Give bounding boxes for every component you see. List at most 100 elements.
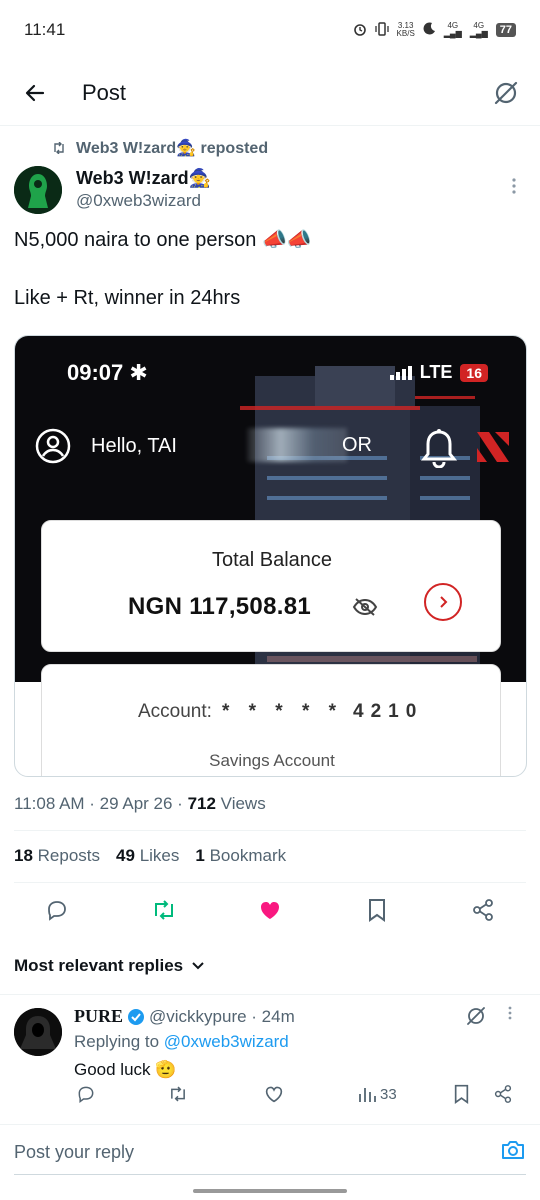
bookmarks-stat[interactable]: 1 Bookmark — [195, 846, 286, 866]
heart-filled-icon — [261, 902, 279, 919]
reply-icon — [78, 1086, 94, 1103]
media-balance-card: Total Balance NGN 117,508.81 — [41, 520, 501, 652]
reply-grok-button[interactable] — [466, 1006, 486, 1031]
media-phone-time-value: 09:07 — [67, 360, 124, 385]
post-text: N5,000 naira to one person 📣📣 Like + Rt,… — [14, 229, 312, 309]
heart-icon — [265, 1086, 283, 1103]
author-avatar[interactable] — [14, 166, 62, 214]
post-stats: 18 Reposts 49 Likes 1 Bookmark — [14, 846, 286, 866]
repost-label: Web3 W!zard🧙 reposted — [76, 140, 269, 157]
likes-count: 49 — [116, 846, 135, 865]
back-arrow-icon — [25, 84, 45, 101]
signal-2: 4G ▂▄▆ — [469, 21, 488, 38]
signal-2-label: 4G — [473, 21, 485, 30]
share-icon — [473, 899, 493, 921]
like-button[interactable] — [255, 895, 285, 925]
net-speed-unit: KB/S — [396, 29, 415, 38]
author-name[interactable]: Web3 W!zard🧙 — [76, 166, 211, 190]
media-battery: 16 — [460, 363, 488, 382]
bookmarks-count: 1 — [195, 846, 205, 865]
bookmark-button[interactable] — [362, 895, 392, 925]
media-network: LTE — [419, 362, 453, 382]
post-author: Web3 W!zard🧙 @0xweb3wizard — [14, 166, 526, 218]
reply-repost-button[interactable] — [168, 1085, 188, 1103]
media-chevron-right-icon — [424, 583, 462, 621]
reply-views-count: 33 — [380, 1085, 397, 1103]
media-balance-label: Total Balance — [211, 549, 333, 571]
media-account-type: Savings Account — [209, 751, 335, 770]
media-greeting-suffix: OR — [342, 434, 372, 456]
replying-handle-link[interactable]: @0xweb3wizard — [164, 1032, 289, 1051]
reply-item[interactable]: PURE @vickkypure · 24m Replying to @0xwe… — [14, 1004, 526, 1122]
reply-button[interactable] — [42, 895, 72, 925]
media-account-digits: 4210 — [353, 701, 424, 722]
media-redaction-blur — [247, 428, 347, 462]
media-account-line: Account: * * * * * 4210 — [138, 701, 423, 723]
reply-reply-button[interactable] — [76, 1084, 96, 1104]
camera-button[interactable] — [500, 1139, 526, 1166]
alarm-icon — [353, 22, 367, 39]
repost-icon — [54, 142, 64, 154]
share-button[interactable] — [468, 895, 498, 925]
post-timestamp: 11:08 AM · 29 Apr 26 · 712 Views — [14, 794, 266, 814]
reply-compose-bar — [0, 1124, 540, 1180]
media-balance-value: NGN 117,508.81 — [128, 593, 311, 620]
media-account-card: Account: * * * * * 4210 Savings Account — [41, 664, 501, 776]
grok-icon — [467, 1007, 485, 1025]
reposts-count: 18 — [14, 846, 33, 865]
home-indicator[interactable] — [193, 1189, 347, 1193]
media-account-label: Account: — [138, 701, 212, 722]
signal-1-label: 4G — [447, 21, 459, 30]
reply-text: Good luck 🫡 — [74, 1060, 177, 1079]
more-vertical-icon — [512, 178, 516, 194]
replies-sort-dropdown[interactable]: Most relevant replies — [14, 956, 205, 976]
reply-input[interactable] — [14, 1142, 454, 1163]
reply-bookmark-button[interactable] — [454, 1084, 469, 1104]
divider — [14, 830, 526, 831]
verified-badge-icon — [128, 1008, 144, 1025]
media-phone-time: 09:07 ✱ — [67, 360, 148, 385]
media-bell-icon — [420, 428, 458, 473]
post-media-image[interactable]: 09:07 ✱ LTE 16 Hello, TAI OR Total Balan… — [14, 335, 527, 777]
reply-avatar[interactable] — [14, 1008, 62, 1056]
author-handle[interactable]: @0xweb3wizard — [76, 190, 211, 212]
reply-like-button[interactable] — [264, 1085, 284, 1103]
post-action-bar — [14, 892, 526, 928]
post-more-button[interactable] — [502, 166, 526, 206]
signal-1: 4G ▂▄▆ — [443, 21, 462, 38]
top-app-bar: Post — [0, 60, 540, 126]
grok-button[interactable] — [486, 73, 526, 113]
replies-sort-label: Most relevant replies — [14, 956, 184, 975]
grok-icon — [494, 81, 518, 104]
more-vertical-icon — [508, 1006, 512, 1020]
back-button[interactable] — [10, 68, 60, 118]
repost-icon — [154, 900, 173, 920]
battery-indicator: 77 — [495, 23, 516, 37]
views-bar-chart-icon — [359, 1088, 376, 1102]
media-greeting-text: Hello, TAI — [91, 434, 177, 457]
moon-icon — [423, 22, 436, 38]
reply-header: PURE @vickkypure · 24m — [74, 1006, 295, 1027]
replying-to: Replying to @0xweb3wizard — [74, 1032, 289, 1052]
repost-button[interactable] — [149, 895, 179, 925]
status-icons: 3.13 KB/S 4G ▂▄▆ 4G ▂▄▆ 77 — [353, 22, 516, 39]
reposts-stat[interactable]: 18 Reposts — [14, 846, 100, 866]
likes-stat[interactable]: 49 Likes — [116, 846, 179, 866]
divider — [14, 882, 526, 883]
reply-icon — [48, 901, 66, 921]
bookmarks-label: Bookmark — [209, 846, 287, 865]
reply-share-button[interactable] — [494, 1085, 512, 1103]
net-speed: 3.13 KB/S — [397, 22, 415, 38]
reply-handle-time[interactable]: @vickkypure · 24m — [149, 1007, 295, 1027]
chevron-down-icon — [192, 962, 204, 970]
repost-indicator[interactable]: Web3 W!zard🧙 reposted — [52, 138, 268, 158]
reply-more-button[interactable] — [508, 1006, 512, 1025]
camera-icon — [502, 1141, 524, 1159]
vibrate-icon — [374, 21, 389, 39]
reply-author-name[interactable]: PURE — [74, 1006, 123, 1027]
views-count[interactable]: 712 — [188, 794, 216, 813]
reply-views-button[interactable]: 33 — [358, 1086, 397, 1103]
views-label: Views — [215, 794, 266, 813]
media-signal-icon — [389, 365, 412, 380]
media-profile-icon — [35, 428, 71, 464]
